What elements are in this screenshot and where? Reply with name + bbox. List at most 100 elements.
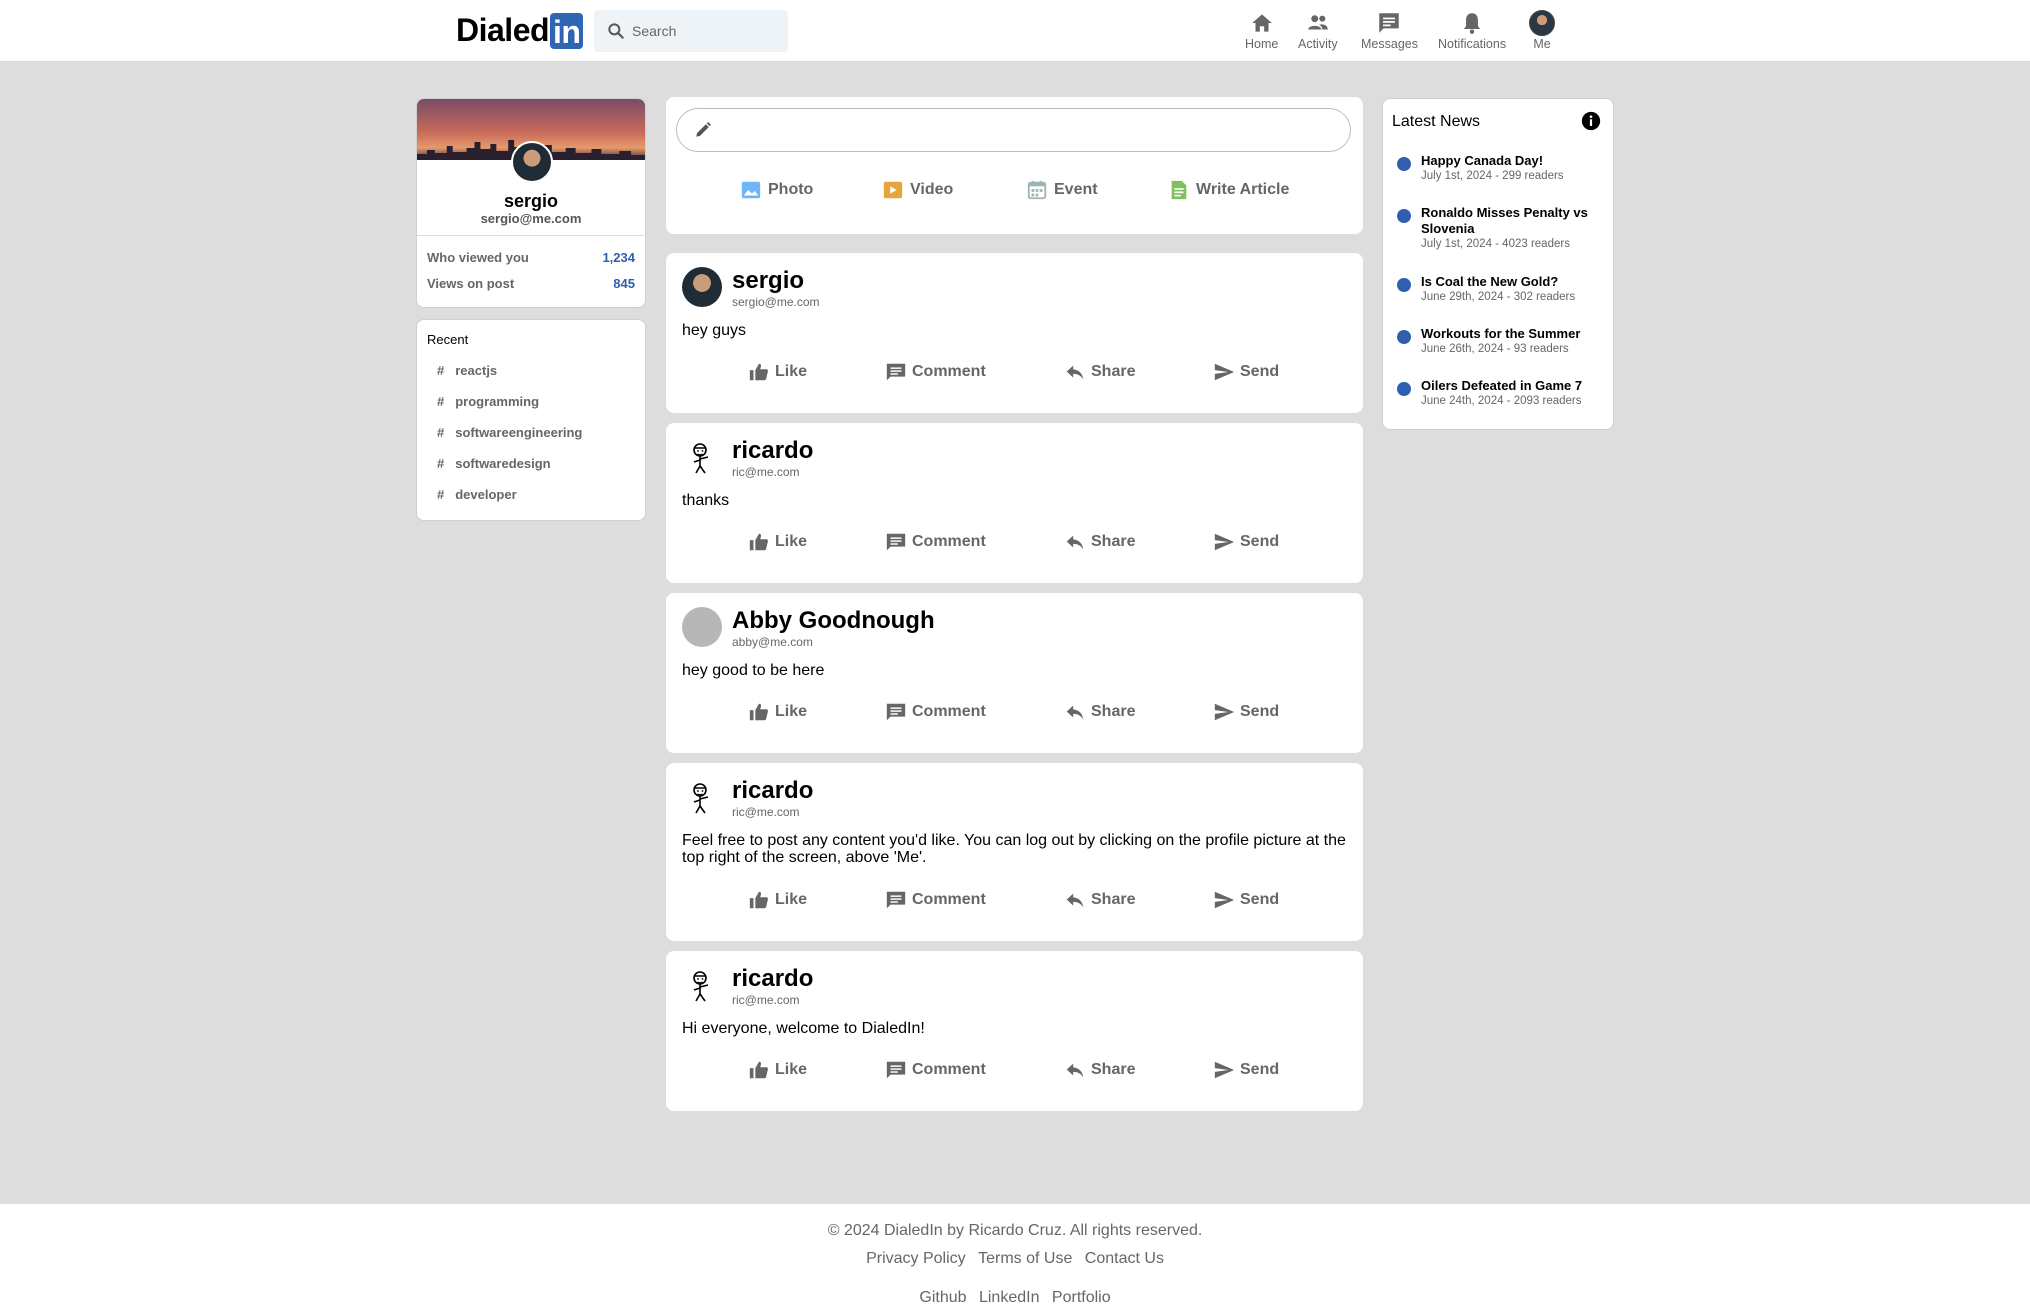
news-item[interactable]: Workouts for the Summer June 26th, 2024 … xyxy=(1397,326,1609,356)
news-headline: Is Coal the New Gold? xyxy=(1421,274,1559,289)
avatar[interactable] xyxy=(1529,10,1555,36)
like-button[interactable]: Like xyxy=(748,1059,807,1081)
send-button[interactable]: Send xyxy=(1213,1059,1279,1081)
news-item[interactable]: Is Coal the New Gold? June 29th, 2024 - … xyxy=(1397,274,1609,304)
share-label: Share xyxy=(1091,703,1136,720)
author-avatar[interactable] xyxy=(682,267,722,307)
post-author[interactable]: ricardo xyxy=(732,965,813,993)
linkedin-link[interactable]: LinkedIn xyxy=(979,1289,1040,1306)
share-icon xyxy=(1066,705,1084,720)
post-author[interactable]: sergio xyxy=(732,267,804,295)
comment-label: Comment xyxy=(912,1061,986,1078)
news-item[interactable]: Ronaldo Misses Penalty vs Slovenia July … xyxy=(1397,205,1609,251)
calendar-icon xyxy=(1027,180,1047,200)
event-label: Event xyxy=(1054,181,1098,198)
send-button[interactable]: Send xyxy=(1213,361,1279,383)
comment-icon xyxy=(886,1061,906,1079)
news-bullet xyxy=(1397,209,1411,223)
thumbs-up-icon xyxy=(749,363,768,381)
profile-name[interactable]: sergio xyxy=(417,191,645,212)
post-author[interactable]: ricardo xyxy=(732,777,813,805)
news-item[interactable]: Oilers Defeated in Game 7 June 24th, 202… xyxy=(1397,378,1609,408)
news-headline: Ronaldo Misses Penalty vs Slovenia xyxy=(1421,205,1588,236)
post-actions: Like Comment Share Send xyxy=(666,531,1363,561)
comment-icon xyxy=(886,703,906,721)
nav-messages[interactable]: Messages xyxy=(1361,10,1418,51)
info-icon[interactable] xyxy=(1581,111,1601,131)
send-button[interactable]: Send xyxy=(1213,889,1279,911)
nav-me[interactable]: Me xyxy=(1529,10,1555,51)
write-article-label: Write Article xyxy=(1196,181,1290,198)
post-author[interactable]: ricardo xyxy=(732,437,813,465)
feed-post: ricardo ric@me.com Feel free to post any… xyxy=(666,763,1363,941)
search-box[interactable] xyxy=(594,10,788,52)
photo-button[interactable]: Photo xyxy=(740,179,813,201)
comment-icon xyxy=(886,363,906,381)
post-composer: Photo Video Event Write Article xyxy=(666,97,1363,234)
thumbs-up-icon xyxy=(749,1061,768,1079)
privacy-policy-link[interactable]: Privacy Policy xyxy=(866,1250,966,1267)
author-avatar[interactable] xyxy=(682,607,722,647)
recent-card: Recent # reactjs # programming # softwareen… xyxy=(416,319,646,521)
github-link[interactable]: Github xyxy=(919,1289,966,1306)
send-button[interactable]: Send xyxy=(1213,701,1279,723)
stat-label: Who viewed you xyxy=(427,249,529,265)
post-author[interactable]: Abby Goodnough xyxy=(732,607,935,635)
feed-post: ricardo ric@me.com Hi everyone, welcome … xyxy=(666,951,1363,1111)
profile-avatar[interactable] xyxy=(511,141,553,183)
share-button[interactable]: Share xyxy=(1064,361,1135,383)
logo[interactable]: Dialed in xyxy=(456,12,584,50)
recent-tag[interactable]: # softwaredesign xyxy=(427,448,635,479)
event-button[interactable]: Event xyxy=(1026,179,1098,201)
logo-badge: in xyxy=(550,12,584,50)
share-button[interactable]: Share xyxy=(1064,889,1135,911)
share-icon xyxy=(1066,893,1084,908)
recent-tag[interactable]: # reactjs xyxy=(427,355,635,386)
like-label: Like xyxy=(775,363,808,380)
like-label: Like xyxy=(775,703,808,720)
search-input[interactable] xyxy=(632,23,772,39)
nav-activity[interactable]: Activity xyxy=(1298,10,1338,51)
tag-label: softwaredesign xyxy=(455,456,551,471)
recent-tag[interactable]: # programming xyxy=(427,386,635,417)
bell-icon xyxy=(1463,13,1481,34)
news-headline: Workouts for the Summer xyxy=(1421,326,1581,341)
stick-figure-avatar[interactable] xyxy=(682,437,722,477)
post-author-email: abby@me.com xyxy=(732,635,813,649)
nav-notifications[interactable]: Notifications xyxy=(1438,10,1506,51)
like-button[interactable]: Like xyxy=(748,701,807,723)
stat-views-on-post[interactable]: Views on post 845 xyxy=(427,270,635,296)
post-author-email: ric@me.com xyxy=(732,805,800,819)
terms-of-use-link[interactable]: Terms of Use xyxy=(978,1250,1072,1267)
like-button[interactable]: Like xyxy=(748,361,807,383)
nav-messages-label: Messages xyxy=(1361,37,1418,51)
stick-figure-avatar[interactable] xyxy=(682,965,722,1005)
start-post-input[interactable] xyxy=(676,108,1351,152)
contact-us-link[interactable]: Contact Us xyxy=(1085,1250,1164,1267)
comment-button[interactable]: Comment xyxy=(885,1059,986,1081)
comment-button[interactable]: Comment xyxy=(885,361,986,383)
video-button[interactable]: Video xyxy=(882,179,953,201)
comment-button[interactable]: Comment xyxy=(885,531,986,553)
recent-tag[interactable]: # developer xyxy=(427,479,635,510)
comment-label: Comment xyxy=(912,363,986,380)
like-button[interactable]: Like xyxy=(748,531,807,553)
send-icon xyxy=(1214,703,1235,721)
recent-tag[interactable]: # softwareengineering xyxy=(427,417,635,448)
share-button[interactable]: Share xyxy=(1064,701,1135,723)
nav-home[interactable]: Home xyxy=(1245,10,1278,51)
comment-button[interactable]: Comment xyxy=(885,701,986,723)
share-label: Share xyxy=(1091,533,1136,550)
like-button[interactable]: Like xyxy=(748,889,807,911)
write-article-button[interactable]: Write Article xyxy=(1168,179,1289,201)
stat-who-viewed[interactable]: Who viewed you 1,234 xyxy=(427,244,635,270)
send-button[interactable]: Send xyxy=(1213,531,1279,553)
news-item[interactable]: Happy Canada Day! July 1st, 2024 - 299 r… xyxy=(1397,153,1609,183)
portfolio-link[interactable]: Portfolio xyxy=(1052,1289,1111,1306)
share-button[interactable]: Share xyxy=(1064,1059,1135,1081)
home-icon xyxy=(1251,14,1272,32)
copyright: © 2024 DialedIn by Ricardo Cruz. All rig… xyxy=(827,1222,1203,1239)
comment-button[interactable]: Comment xyxy=(885,889,986,911)
share-button[interactable]: Share xyxy=(1064,531,1135,553)
stick-figure-avatar[interactable] xyxy=(682,777,722,817)
